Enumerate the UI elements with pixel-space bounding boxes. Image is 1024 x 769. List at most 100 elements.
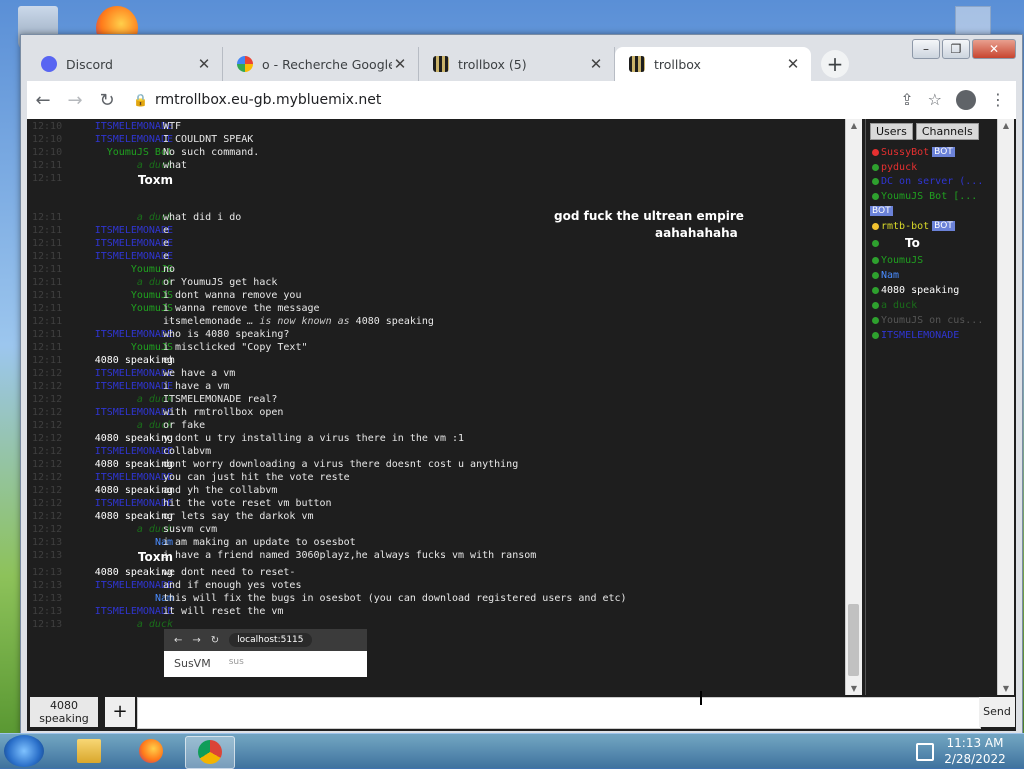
share-icon[interactable]: ⇪ — [900, 90, 913, 110]
taskbar-firefox[interactable] — [127, 736, 175, 767]
nickname[interactable]: ITSMELEMONADE — [95, 238, 173, 249]
menu-kebab-icon[interactable]: ⋮ — [990, 90, 1006, 110]
message-text: with rmtrollbox open — [163, 407, 284, 418]
clock[interactable]: 11:13 AM 2/28/2022 — [940, 735, 1010, 767]
user-list-item[interactable]: To — [872, 236, 998, 250]
chat-line: 12:12 a duck susvm cvm — [27, 524, 845, 537]
nickname[interactable]: ITSMELEMONADE — [95, 381, 173, 392]
tab-close-icon[interactable]: ✕ — [785, 55, 801, 73]
nickname[interactable]: ITSMELEMONADE — [95, 251, 173, 262]
tab-google[interactable]: o - Recherche Google ✕ — [223, 47, 419, 81]
minimize-button[interactable]: – — [912, 39, 940, 59]
nickname[interactable]: ITSMELEMONADE — [95, 606, 173, 617]
nickname[interactable]: 4080 speaking — [95, 567, 173, 578]
timestamp: 12:11 — [32, 329, 63, 340]
send-button[interactable]: Send — [979, 697, 1015, 727]
bookmark-star-icon[interactable]: ☆ — [928, 90, 942, 110]
nickname[interactable]: 4080 speaking — [95, 485, 173, 496]
nickname[interactable]: ITSMELEMONADE — [95, 446, 173, 457]
embedded-title: SusVM — [174, 657, 211, 670]
nickname[interactable]: ITSMELEMONADE — [95, 472, 173, 483]
timestamp: 12:12 — [32, 511, 63, 522]
user-list-item[interactable]: pyduck — [872, 162, 998, 173]
user-list-item[interactable]: YoumuJS — [872, 255, 998, 266]
status-dot-icon — [872, 331, 879, 339]
tab-trollbox-active[interactable]: trollbox ✕ — [615, 47, 811, 81]
nickname[interactable]: Toxm — [138, 173, 173, 187]
nickname[interactable]: 4080 speaking — [95, 511, 173, 522]
forward-icon: → — [192, 634, 201, 646]
timestamp: 12:12 — [32, 472, 63, 483]
message-input[interactable] — [137, 697, 981, 729]
nickname-button[interactable]: 4080 speaking — [30, 697, 98, 727]
user-list-item[interactable]: SussyBot BOT — [872, 147, 998, 158]
user-list-item[interactable]: Nam — [872, 270, 998, 281]
add-button[interactable]: + — [105, 697, 135, 727]
start-button[interactable] — [4, 735, 44, 767]
message-text: eh — [163, 355, 176, 366]
google-icon — [237, 56, 253, 72]
back-icon[interactable]: ← — [27, 90, 59, 111]
nickname[interactable]: ITSMELEMONADE — [95, 498, 173, 509]
user-list-item[interactable]: 4080 speaking — [872, 285, 998, 296]
tab-users[interactable]: Users — [870, 123, 913, 140]
scroll-up-icon[interactable]: ▲ — [846, 121, 862, 130]
chat-scrollbar[interactable]: ▲ ▼ — [845, 119, 862, 695]
scroll-down-icon[interactable]: ▼ — [846, 684, 862, 693]
nickname[interactable]: ITSMELEMONADE — [95, 407, 173, 418]
chat-line: 12:11 ITSMELEMONADE who is 4080 speaking? — [27, 329, 845, 342]
profile-avatar-icon[interactable] — [956, 90, 976, 110]
timestamp: 12:12 — [32, 381, 63, 392]
nickname[interactable]: ITSMELEMONADE — [95, 134, 173, 145]
chat-line: 12:12 ITSMELEMONADE we have a vm — [27, 368, 845, 381]
chat-line: 12:13 a duck — [27, 619, 845, 632]
tab-discord[interactable]: Discord ✕ — [27, 47, 223, 81]
forward-icon[interactable]: → — [59, 90, 91, 111]
timestamp: 12:12 — [32, 407, 63, 418]
nickname[interactable]: ITSMELEMONADE — [95, 329, 173, 340]
tab-close-icon[interactable]: ✕ — [392, 55, 408, 73]
timestamp: 12:13 — [32, 550, 63, 561]
maximize-button[interactable]: ❐ — [942, 39, 970, 59]
user-list-item[interactable]: YoumuJS on cus... — [872, 315, 998, 326]
timestamp: 12:12 — [32, 368, 63, 379]
clock-time: 11:13 AM — [946, 736, 1004, 750]
user-list-item[interactable]: rmtb-bot BOT — [872, 221, 998, 232]
users-scrollbar[interactable]: ▲ ▼ — [997, 119, 1014, 695]
user-list-item[interactable]: DC on server (... — [872, 176, 998, 187]
tab-close-icon[interactable]: ✕ — [196, 55, 212, 73]
nickname[interactable]: 4080 speaking — [95, 433, 173, 444]
address-bar[interactable]: rmtrollbox.eu-gb.mybluemix.net — [155, 92, 900, 108]
nickname[interactable]: a duck — [137, 619, 173, 630]
lock-icon[interactable]: 🔒 — [133, 93, 148, 107]
tab-trollbox-5[interactable]: trollbox (5) ✕ — [419, 47, 615, 81]
nickname[interactable]: ITSMELEMONADE — [95, 121, 173, 132]
nickname[interactable]: 4080 speaking — [95, 459, 173, 470]
scroll-thumb[interactable] — [848, 604, 859, 676]
taskbar-chrome[interactable] — [185, 736, 235, 769]
tab-close-icon[interactable]: ✕ — [588, 55, 604, 73]
taskbar-explorer[interactable] — [65, 736, 113, 767]
nickname[interactable]: ITSMELEMONADE — [95, 225, 173, 236]
nickname[interactable]: ITSMELEMONADE — [95, 368, 173, 379]
network-icon[interactable] — [916, 743, 934, 761]
user-list-item[interactable]: a duck — [872, 300, 998, 311]
tab-channels[interactable]: Channels — [915, 123, 979, 140]
chat-line: 12:11 YoumuJS i misclicked "Copy Text" — [27, 342, 845, 355]
new-tab-button[interactable]: + — [821, 50, 849, 78]
user-list-item[interactable]: YoumuJS Bot [... — [872, 191, 998, 202]
user-list-item[interactable]: ITSMELEMONADE — [872, 330, 998, 341]
message-text: who is 4080 speaking? — [163, 329, 290, 340]
close-window-button[interactable]: ✕ — [972, 39, 1016, 59]
reload-icon[interactable]: ↻ — [91, 90, 123, 111]
chat-line: 12:12 a duck ITSMELEMONADE real? — [27, 394, 845, 407]
bot-badge: BOT — [932, 147, 955, 157]
status-dot-icon — [872, 222, 879, 230]
nickname[interactable]: 4080 speaking — [95, 355, 173, 366]
status-dot-icon — [872, 316, 879, 324]
nickname[interactable]: ITSMELEMONADE — [95, 580, 173, 591]
scroll-down-icon[interactable]: ▼ — [998, 684, 1014, 693]
message-text: e — [163, 238, 170, 249]
scroll-up-icon[interactable]: ▲ — [998, 121, 1014, 130]
trollbox-icon — [433, 56, 449, 72]
